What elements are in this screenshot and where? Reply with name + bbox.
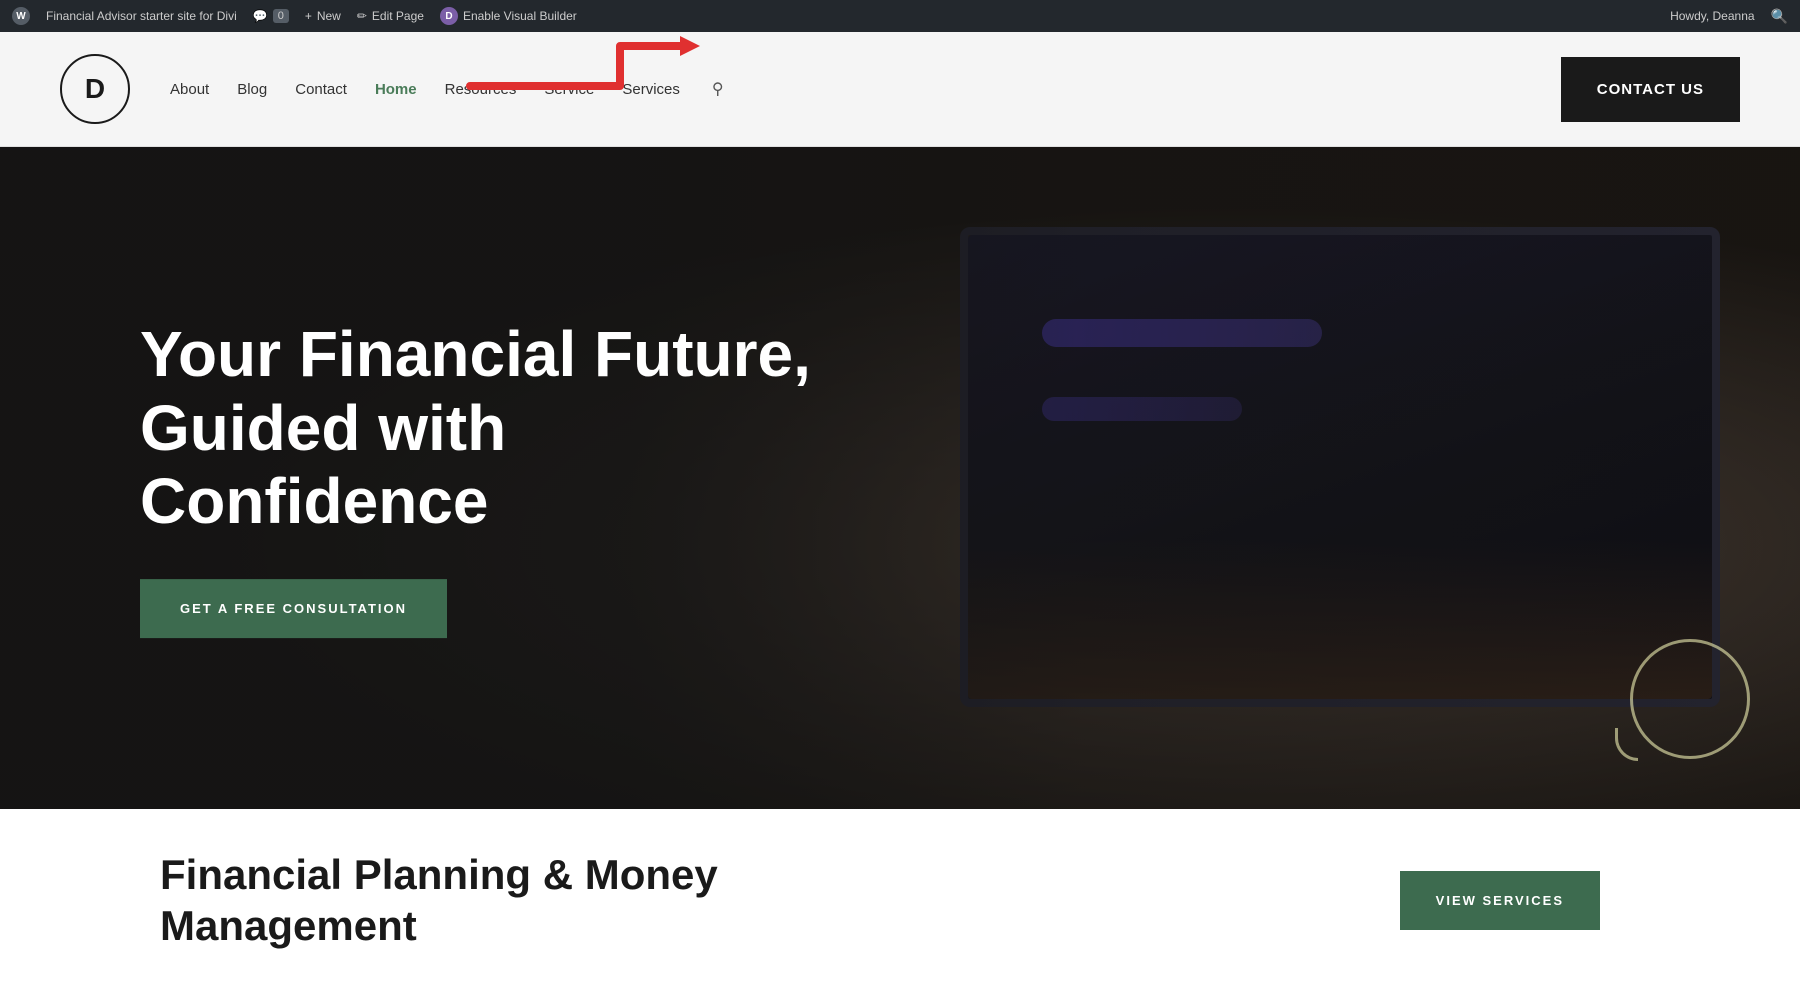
divi-icon: D: [440, 7, 458, 25]
wp-logo-item[interactable]: W: [12, 7, 30, 25]
plus-icon: +: [305, 9, 312, 23]
nav-contact[interactable]: Contact: [295, 81, 347, 98]
bottom-section: Financial Planning & Money Management VI…: [0, 809, 1800, 992]
admin-search-icon[interactable]: 🔍: [1771, 8, 1788, 25]
edit-page-item[interactable]: ✏ Edit Page: [357, 9, 424, 23]
bottom-title-line1: Financial Planning & Money: [160, 851, 718, 898]
nav-blog[interactable]: Blog: [237, 81, 267, 98]
comments-item[interactable]: 💬 0: [253, 9, 289, 23]
site-title: Financial Advisor starter site for Divi: [46, 9, 237, 23]
site-logo[interactable]: D: [60, 54, 130, 124]
enable-visual-builder-label: Enable Visual Builder: [463, 9, 577, 23]
cta-button[interactable]: GET A FREE CONSULTATION: [140, 579, 447, 638]
bottom-title-line2: Management: [160, 902, 417, 949]
enable-visual-builder-item[interactable]: D Enable Visual Builder: [440, 7, 577, 25]
bottom-text: Financial Planning & Money Management: [160, 850, 718, 951]
hero-content: Your Financial Future, Guided with Confi…: [140, 318, 840, 638]
admin-bar: W Financial Advisor starter site for Div…: [0, 0, 1800, 32]
admin-bar-right: Howdy, Deanna 🔍: [1670, 8, 1788, 25]
site-title-item[interactable]: Financial Advisor starter site for Divi: [46, 9, 237, 23]
wp-icon: W: [12, 7, 30, 25]
new-label: New: [317, 9, 341, 23]
pencil-icon: ✏: [357, 9, 367, 23]
new-item[interactable]: + New: [305, 9, 341, 23]
comment-count: 0: [273, 9, 289, 23]
howdy-text: Howdy, Deanna: [1670, 9, 1755, 23]
site-header: D About Blog Contact Home Resources Serv…: [0, 32, 1800, 147]
nav-home[interactable]: Home: [375, 81, 417, 98]
bottom-title: Financial Planning & Money Management: [160, 850, 718, 951]
nav-about[interactable]: About: [170, 81, 209, 98]
comment-icon: 💬: [253, 9, 268, 23]
edit-label: Edit Page: [372, 9, 424, 23]
red-arrow-annotation: [460, 26, 720, 111]
contact-us-button[interactable]: CONTACT US: [1561, 57, 1740, 122]
hero-section: Your Financial Future, Guided with Confi…: [0, 147, 1800, 809]
decorative-circle: [1630, 639, 1750, 759]
hero-title: Your Financial Future, Guided with Confi…: [140, 318, 840, 539]
logo-letter: D: [85, 73, 105, 105]
admin-bar-left: W Financial Advisor starter site for Div…: [12, 7, 577, 25]
view-services-button[interactable]: VIEW SERVICES: [1400, 871, 1600, 930]
